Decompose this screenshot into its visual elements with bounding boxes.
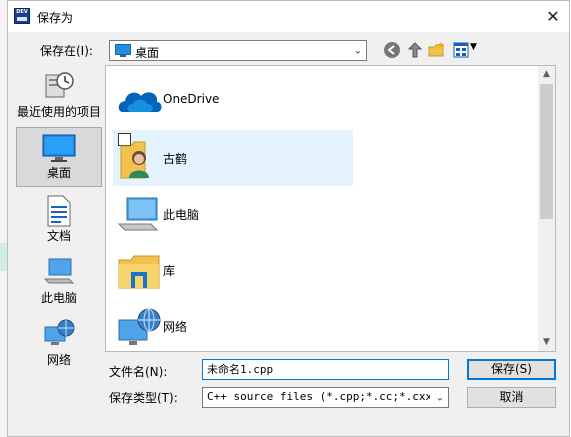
library-folder-icon: [118, 255, 160, 289]
network-icon: [118, 308, 161, 345]
user-folder-icon: [120, 141, 149, 179]
dialog-title: 保存为: [37, 11, 74, 25]
look-in-label: 保存在(I):: [40, 44, 93, 58]
vertical-scrollbar[interactable]: ▲ ▼: [538, 66, 555, 351]
computer-icon: [43, 258, 75, 284]
list-item-network[interactable]: 网络: [113, 298, 353, 351]
scroll-up-icon[interactable]: ▲: [538, 66, 555, 83]
scroll-thumb[interactable]: [540, 84, 553, 219]
filename-input[interactable]: 未命名1.cpp: [202, 359, 449, 380]
computer-icon: [117, 197, 159, 231]
chevron-down-icon: ⌄: [353, 45, 362, 56]
filetype-value: C++ source files (*.cpp;*.cc;*.cxx;*.: [207, 390, 430, 403]
onedrive-icon: [118, 92, 162, 112]
new-folder-icon[interactable]: [428, 41, 446, 59]
file-name: 库: [163, 264, 176, 278]
documents-icon: [47, 195, 71, 227]
back-icon[interactable]: [383, 41, 401, 59]
scroll-down-icon[interactable]: ▼: [538, 334, 555, 351]
cancel-button[interactable]: 取消: [467, 387, 556, 408]
look-in-dropdown[interactable]: 桌面 ⌄: [109, 40, 367, 61]
save-as-dialog: DEV 保存为 ✕ 保存在(I): 桌面 ⌄ ▼ 最近使用的项目 桌面 文档 此…: [7, 0, 570, 437]
recent-items-icon: [45, 72, 74, 98]
up-folder-icon[interactable]: [406, 41, 424, 59]
title-bar: DEV 保存为 ✕: [8, 1, 569, 32]
list-item-user-folder[interactable]: 古鹤: [113, 130, 353, 186]
place-label: 文档: [46, 229, 71, 243]
file-name: 网络: [163, 320, 188, 334]
view-menu-button[interactable]: ▼: [453, 41, 479, 59]
place-network[interactable]: 网络: [16, 313, 102, 373]
app-icon: DEV: [14, 8, 30, 24]
place-this-pc[interactable]: 此电脑: [16, 251, 102, 311]
place-recent[interactable]: 最近使用的项目: [16, 65, 102, 125]
file-name: OneDrive: [163, 92, 220, 106]
place-label: 最近使用的项目: [16, 105, 101, 119]
close-button[interactable]: ✕: [537, 1, 569, 32]
chevron-down-icon: ⌄: [435, 392, 444, 403]
view-grid-icon: [453, 42, 469, 58]
filetype-label: 保存类型(T):: [109, 391, 178, 405]
list-item-this-pc[interactable]: 此电脑: [113, 186, 353, 242]
look-in-value: 桌面: [135, 46, 160, 60]
filename-label: 文件名(N):: [109, 365, 168, 379]
desktop-icon: [115, 44, 131, 57]
file-name: 古鹤: [163, 152, 188, 166]
file-name: 此电脑: [163, 208, 200, 222]
dropdown-arrow-icon: ▼: [470, 42, 477, 52]
place-label: 桌面: [46, 166, 71, 180]
file-list[interactable]: OneDrive 古鹤 此电脑 库 网络 ▲ ▼: [105, 65, 556, 352]
network-icon: [44, 319, 75, 345]
place-label: 网络: [46, 353, 71, 367]
list-item-onedrive[interactable]: OneDrive: [113, 72, 353, 128]
place-desktop[interactable]: 桌面: [16, 127, 102, 187]
filetype-dropdown[interactable]: C++ source files (*.cpp;*.cc;*.cxx;*. ⌄: [202, 387, 449, 408]
desktop-icon: [42, 134, 76, 162]
place-documents[interactable]: 文档: [16, 189, 102, 249]
list-item-library[interactable]: 库: [113, 242, 353, 298]
save-button[interactable]: 保存(S): [467, 359, 556, 380]
place-label: 此电脑: [40, 291, 77, 305]
places-bar: 最近使用的项目 桌面 文档 此电脑 网络: [14, 65, 104, 371]
